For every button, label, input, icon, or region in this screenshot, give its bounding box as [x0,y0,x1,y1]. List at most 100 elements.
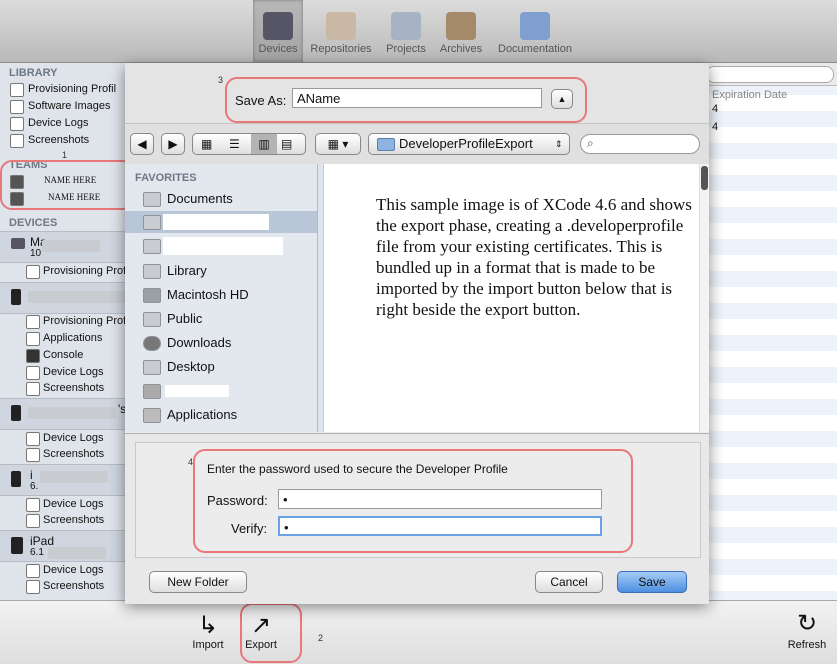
view-mode-control[interactable]: ▦ ☰ ▥ ▤ [192,133,306,155]
projects-icon [391,12,421,40]
tab-documentation[interactable]: Documentation [490,0,580,62]
location-popup[interactable]: DeveloperProfileExport ⇕ [368,133,570,155]
back-button[interactable]: ◀ [130,133,154,155]
library-header: LIBRARY [9,67,58,79]
favorite-macintosh-hd[interactable]: Macintosh HD [125,284,317,306]
device-item[interactable]: iPad 6.1 [0,530,140,562]
scrollbar-thumb[interactable] [701,166,708,190]
device-item[interactable]: i 6. [0,464,140,496]
documents-icon [143,192,161,207]
device-child[interactable]: Device Logs [0,364,140,381]
favorite-home[interactable] [125,380,317,402]
folder-icon [143,312,161,327]
highlight-export [240,603,302,663]
sidebar-item-provisioning[interactable]: Provisioning Profil [0,81,140,98]
annotation-1: 1 [62,150,68,160]
device-child[interactable]: Device Logs [0,496,140,513]
save-button[interactable]: Save [617,571,687,593]
documentation-icon [520,12,550,40]
device-child[interactable]: Screenshots [0,578,140,595]
downloads-icon [143,336,161,351]
sidebar: LIBRARY Provisioning Profil Software Ima… [0,63,141,600]
import-arrow-icon: ↳ [197,612,219,639]
favorite-applications[interactable]: Applications [125,404,317,426]
screenshots-icon [26,382,40,396]
device-item[interactable]: Ma 10 [0,231,140,263]
folder-icon [143,239,161,254]
screenshots-icon [10,134,24,148]
devices-header: DEVICES [9,217,58,229]
favorite-item-selected[interactable] [125,211,317,233]
arrange-button[interactable]: ▦ ▾ [315,133,361,155]
screenshots-icon [26,580,40,594]
device-item[interactable] [0,282,140,314]
device-logs-icon [10,117,24,131]
coverflow-view-icon[interactable]: ▤ [281,134,292,154]
favorite-item[interactable] [125,235,317,257]
repositories-icon [326,12,356,40]
tab-devices[interactable]: Devices [253,0,303,62]
search-icon: ⌕ [587,136,594,150]
device-child[interactable]: Provisioning Profi [0,313,140,330]
forward-button[interactable]: ▶ [161,133,185,155]
sidebar-item-device-logs[interactable]: Device Logs [0,115,140,132]
highlight-teams [0,160,134,210]
device-child[interactable]: Applications [0,330,140,347]
desktop-icon [143,360,161,375]
column-divider[interactable] [318,164,324,432]
archives-icon [446,12,476,40]
device-child[interactable]: Device Logs [0,430,140,447]
device-child[interactable]: Provisioning Profi [0,263,140,280]
icon-view-icon[interactable]: ▦ [201,134,212,154]
sidebar-item-screenshots[interactable]: Screenshots [0,132,140,149]
refresh-icon: ↻ [796,610,818,637]
iphone-icon [11,405,21,421]
device-item[interactable]: 's [0,398,140,430]
favorite-documents[interactable]: Documents [125,188,317,210]
import-button[interactable]: ↳ Import [185,612,231,652]
device-child[interactable]: Console [0,347,140,364]
favorites-header: FAVORITES [135,172,197,184]
device-child[interactable]: Screenshots [0,380,140,397]
favorite-library[interactable]: Library [125,260,317,282]
search-input[interactable]: ⌕ [580,134,700,154]
toolbar: Devices Repositories Projects Archives D… [0,0,837,63]
device-logs-icon [26,498,40,512]
cancel-button[interactable]: Cancel [535,571,603,593]
folder-icon [143,215,161,230]
sidebar-item-software-images[interactable]: Software Images [0,98,140,115]
provisioning-icon [26,265,40,279]
favorite-downloads[interactable]: Downloads [125,332,317,354]
favorite-desktop[interactable]: Desktop [125,356,317,378]
tab-archives[interactable]: Archives [435,0,487,62]
vertical-scrollbar[interactable] [699,164,709,432]
popup-arrows-icon: ⇕ [555,139,563,149]
new-folder-button[interactable]: New Folder [149,571,247,593]
mac-icon [11,238,25,249]
screenshots-icon [26,448,40,462]
file-browser: This sample image is of XCode 4.6 and sh… [318,164,709,432]
column-view-icon[interactable]: ▥ [251,134,277,154]
folder-icon [143,264,161,279]
highlight-password [193,449,633,553]
favorite-public[interactable]: Public [125,308,317,330]
description-text: This sample image is of XCode 4.6 and sh… [376,195,692,319]
list-view-icon[interactable]: ☰ [229,134,240,154]
folder-icon [377,138,395,151]
device-logs-icon [26,432,40,446]
device-child[interactable]: Device Logs [0,562,140,579]
save-sheet: 3 Save As: AName ▲ ◀ ▶ ▦ ☰ ▥ ▤ ▦ ▾ Devel… [125,63,709,604]
refresh-button[interactable]: ↻ Refresh [782,609,832,651]
ipad-icon [11,537,23,554]
annotation-2: 2 [318,633,324,643]
tab-repositories[interactable]: Repositories [305,0,377,62]
list-search-input[interactable] [706,66,834,83]
annotation-3: 3 [218,75,224,85]
console-icon [26,349,40,363]
tab-projects[interactable]: Projects [380,0,432,62]
device-child[interactable]: Screenshots [0,446,140,463]
device-logs-icon [26,366,40,380]
device-child[interactable]: Screenshots [0,512,140,529]
iphone-icon [11,471,21,487]
provisioning-icon [26,315,40,329]
